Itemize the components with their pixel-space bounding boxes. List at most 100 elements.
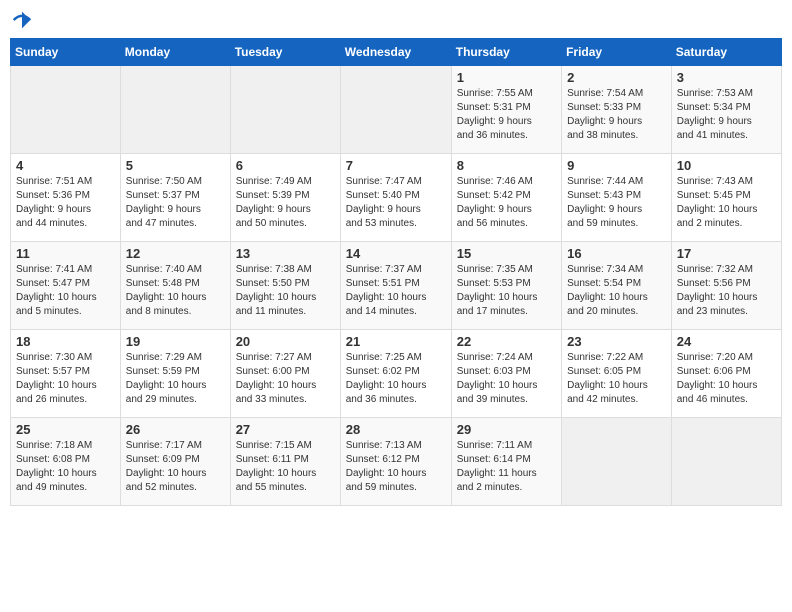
- day-info: Sunrise: 7:25 AMSunset: 6:02 PMDaylight:…: [346, 351, 446, 407]
- calendar-header-monday: Monday: [120, 39, 230, 66]
- calendar-cell: 14 Sunrise: 7:37 AMSunset: 5:51 PMDayligh…: [340, 242, 451, 330]
- calendar-cell: 17Sunrise: 7:32 AMSunset: 5:56 PMDayligh…: [671, 242, 781, 330]
- day-info: Sunrise: 7:46 AMSunset: 5:42 PMDaylight:…: [457, 175, 556, 231]
- calendar-cell: 1 Sunrise: 7:55 AMSunset: 5:31 PMDaylight…: [451, 66, 561, 154]
- day-info: Sunrise: 7:20 AMSunset: 6:06 PMDaylight:…: [677, 351, 776, 407]
- day-info: Sunrise: 7:29 AMSunset: 5:59 PMDaylight:…: [126, 351, 225, 407]
- day-info: Sunrise: 7:53 AMSunset: 5:34 PMDaylight:…: [677, 87, 776, 143]
- calendar-cell: [230, 66, 340, 154]
- day-number: 12: [126, 246, 225, 261]
- calendar-header-sunday: Sunday: [11, 39, 121, 66]
- calendar-cell: [120, 66, 230, 154]
- day-number: 3: [677, 70, 776, 85]
- page-header: [10, 10, 782, 30]
- calendar-table: SundayMondayTuesdayWednesdayThursdayFrid…: [10, 38, 782, 506]
- day-info: Sunrise: 7:51 AMSunset: 5:36 PMDaylight:…: [16, 175, 115, 231]
- day-number: 26: [126, 422, 225, 437]
- day-info: Sunrise: 7:47 AMSunset: 5:40 PMDaylight:…: [346, 175, 446, 231]
- day-info: Sunrise: 7:41 AMSunset: 5:47 PMDaylight:…: [16, 263, 115, 319]
- day-number: 16: [567, 246, 666, 261]
- day-number: 8: [457, 158, 556, 173]
- day-number: 19: [126, 334, 225, 349]
- calendar-cell: 24 Sunrise: 7:20 AMSunset: 6:06 PMDayligh…: [671, 330, 781, 418]
- calendar-cell: 22 Sunrise: 7:24 AMSunset: 6:03 PMDayligh…: [451, 330, 561, 418]
- day-info: Sunrise: 7:55 AMSunset: 5:31 PMDaylight:…: [457, 87, 556, 143]
- calendar-cell: 25 Sunrise: 7:18 AMSunset: 6:08 PMDayligh…: [11, 418, 121, 506]
- calendar-cell: 8 Sunrise: 7:46 AMSunset: 5:42 PMDaylight…: [451, 154, 561, 242]
- calendar-cell: 20 Sunrise: 7:27 AMSunset: 6:00 PMDayligh…: [230, 330, 340, 418]
- day-number: 5: [126, 158, 225, 173]
- day-number: 1: [457, 70, 556, 85]
- calendar-cell: 3 Sunrise: 7:53 AMSunset: 5:34 PMDaylight…: [671, 66, 781, 154]
- day-info: Sunrise: 7:54 AMSunset: 5:33 PMDaylight:…: [567, 87, 666, 143]
- calendar-cell: 10 Sunrise: 7:43 AMSunset: 5:45 PMDayligh…: [671, 154, 781, 242]
- day-info: Sunrise: 7:49 AMSunset: 5:39 PMDaylight:…: [236, 175, 335, 231]
- day-info: Sunrise: 7:27 AMSunset: 6:00 PMDaylight:…: [236, 351, 335, 407]
- calendar-week-3: 11Sunrise: 7:41 AMSunset: 5:47 PMDayligh…: [11, 242, 782, 330]
- calendar-cell: 23 Sunrise: 7:22 AMSunset: 6:05 PMDayligh…: [562, 330, 672, 418]
- calendar-cell: 29 Sunrise: 7:11 AMSunset: 6:14 PMDayligh…: [451, 418, 561, 506]
- day-number: 27: [236, 422, 335, 437]
- calendar-cell: 2 Sunrise: 7:54 AMSunset: 5:33 PMDaylight…: [562, 66, 672, 154]
- day-info: Sunrise: 7:11 AMSunset: 6:14 PMDaylight:…: [457, 439, 556, 495]
- calendar-cell: [11, 66, 121, 154]
- day-info: Sunrise: 7:15 AMSunset: 6:11 PMDaylight:…: [236, 439, 335, 495]
- day-number: 29: [457, 422, 556, 437]
- day-number: 13: [236, 246, 335, 261]
- day-number: 22: [457, 334, 556, 349]
- day-info: Sunrise: 7:18 AMSunset: 6:08 PMDaylight:…: [16, 439, 115, 495]
- calendar-header-thursday: Thursday: [451, 39, 561, 66]
- day-number: 14: [346, 246, 446, 261]
- calendar-week-5: 25 Sunrise: 7:18 AMSunset: 6:08 PMDayligh…: [11, 418, 782, 506]
- day-number: 7: [346, 158, 446, 173]
- day-info: Sunrise: 7:24 AMSunset: 6:03 PMDaylight:…: [457, 351, 556, 407]
- calendar-cell: 21Sunrise: 7:25 AMSunset: 6:02 PMDayligh…: [340, 330, 451, 418]
- day-info: Sunrise: 7:38 AMSunset: 5:50 PMDaylight:…: [236, 263, 335, 319]
- logo: [10, 10, 32, 30]
- calendar-week-2: 4 Sunrise: 7:51 AMSunset: 5:36 PMDaylight…: [11, 154, 782, 242]
- day-info: Sunrise: 7:22 AMSunset: 6:05 PMDaylight:…: [567, 351, 666, 407]
- day-number: 4: [16, 158, 115, 173]
- calendar-cell: [671, 418, 781, 506]
- day-info: Sunrise: 7:30 AMSunset: 5:57 PMDaylight:…: [16, 351, 115, 407]
- calendar-cell: 15Sunrise: 7:35 AMSunset: 5:53 PMDayligh…: [451, 242, 561, 330]
- calendar-cell: 28 Sunrise: 7:13 AMSunset: 6:12 PMDayligh…: [340, 418, 451, 506]
- day-number: 9: [567, 158, 666, 173]
- calendar-cell: 19 Sunrise: 7:29 AMSunset: 5:59 PMDayligh…: [120, 330, 230, 418]
- calendar-cell: 16Sunrise: 7:34 AMSunset: 5:54 PMDayligh…: [562, 242, 672, 330]
- calendar-cell: 11Sunrise: 7:41 AMSunset: 5:47 PMDayligh…: [11, 242, 121, 330]
- calendar-header-row: SundayMondayTuesdayWednesdayThursdayFrid…: [11, 39, 782, 66]
- day-info: Sunrise: 7:37 AMSunset: 5:51 PMDaylight:…: [346, 263, 446, 319]
- day-info: Sunrise: 7:40 AMSunset: 5:48 PMDaylight:…: [126, 263, 225, 319]
- day-info: Sunrise: 7:17 AMSunset: 6:09 PMDaylight:…: [126, 439, 225, 495]
- day-info: Sunrise: 7:44 AMSunset: 5:43 PMDaylight:…: [567, 175, 666, 231]
- logo-icon: [12, 10, 32, 30]
- day-info: Sunrise: 7:43 AMSunset: 5:45 PMDaylight:…: [677, 175, 776, 231]
- calendar-cell: [340, 66, 451, 154]
- calendar-week-1: 1 Sunrise: 7:55 AMSunset: 5:31 PMDaylight…: [11, 66, 782, 154]
- day-info: Sunrise: 7:50 AMSunset: 5:37 PMDaylight:…: [126, 175, 225, 231]
- day-number: 25: [16, 422, 115, 437]
- calendar-header-friday: Friday: [562, 39, 672, 66]
- calendar-cell: 6 Sunrise: 7:49 AMSunset: 5:39 PMDaylight…: [230, 154, 340, 242]
- day-number: 2: [567, 70, 666, 85]
- day-info: Sunrise: 7:32 AMSunset: 5:56 PMDaylight:…: [677, 263, 776, 319]
- day-number: 24: [677, 334, 776, 349]
- calendar-cell: 26 Sunrise: 7:17 AMSunset: 6:09 PMDayligh…: [120, 418, 230, 506]
- calendar-header-wednesday: Wednesday: [340, 39, 451, 66]
- day-info: Sunrise: 7:13 AMSunset: 6:12 PMDaylight:…: [346, 439, 446, 495]
- calendar-week-4: 18Sunrise: 7:30 AMSunset: 5:57 PMDayligh…: [11, 330, 782, 418]
- calendar-cell: 5 Sunrise: 7:50 AMSunset: 5:37 PMDaylight…: [120, 154, 230, 242]
- day-number: 28: [346, 422, 446, 437]
- day-info: Sunrise: 7:35 AMSunset: 5:53 PMDaylight:…: [457, 263, 556, 319]
- day-number: 10: [677, 158, 776, 173]
- day-number: 6: [236, 158, 335, 173]
- day-number: 23: [567, 334, 666, 349]
- calendar-header-saturday: Saturday: [671, 39, 781, 66]
- calendar-cell: 13 Sunrise: 7:38 AMSunset: 5:50 PMDayligh…: [230, 242, 340, 330]
- calendar-cell: 4 Sunrise: 7:51 AMSunset: 5:36 PMDaylight…: [11, 154, 121, 242]
- day-number: 20: [236, 334, 335, 349]
- calendar-cell: [562, 418, 672, 506]
- calendar-cell: 18Sunrise: 7:30 AMSunset: 5:57 PMDayligh…: [11, 330, 121, 418]
- calendar-header-tuesday: Tuesday: [230, 39, 340, 66]
